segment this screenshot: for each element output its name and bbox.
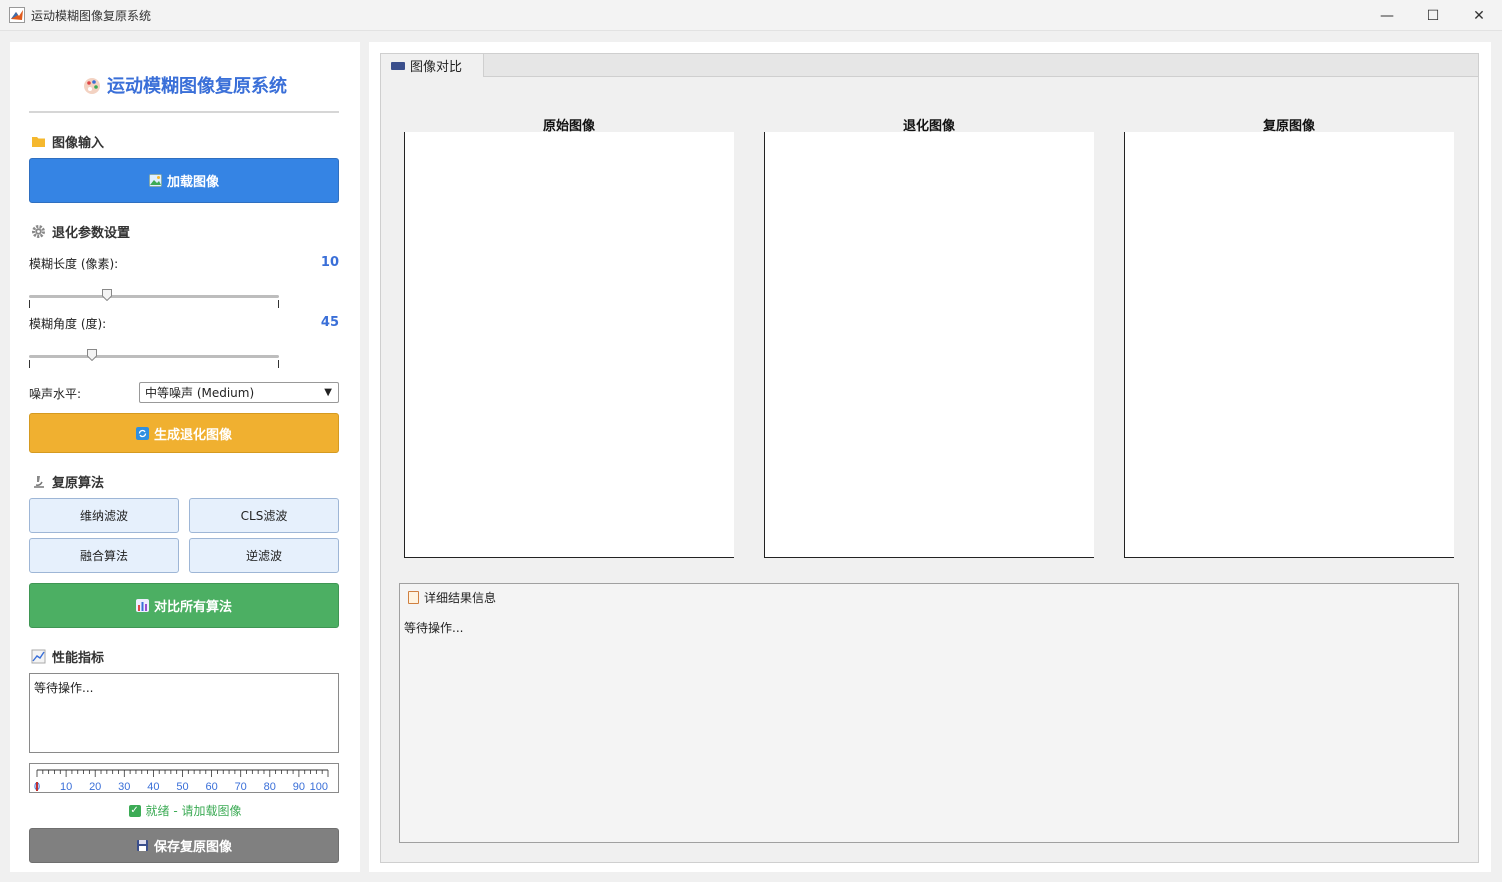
original-image-axes (404, 132, 734, 558)
gauge-label: 10 (60, 781, 72, 792)
slider-tick-min (29, 300, 30, 308)
blur-angle-label: 模糊角度 (度): (29, 317, 107, 331)
metrics-text: 等待操作... (34, 681, 94, 695)
results-title: 详细结果信息 (408, 589, 496, 606)
slider-track (29, 295, 279, 298)
metrics-textarea[interactable]: 等待操作... (29, 673, 339, 753)
metrics-gauge: 0102030405060708090100 (29, 763, 339, 793)
check-icon: ✓ (128, 804, 141, 817)
section-restoration-algorithms: 复原算法 (31, 472, 104, 491)
tab-image-comparison[interactable]: 图像对比 (380, 53, 484, 77)
heading-divider (29, 111, 339, 113)
app-heading: 运动模糊图像复原系统 (0, 72, 370, 98)
image-compare-icon (391, 61, 405, 70)
load-image-button[interactable]: 加载图像 (29, 158, 339, 203)
app-heading-text: 运动模糊图像复原系统 (107, 76, 287, 97)
image-icon (148, 174, 162, 187)
noise-level-selected: 中等噪声 (Medium) (145, 386, 255, 400)
gauge-label: 80 (264, 781, 276, 792)
gauge-label: 60 (205, 781, 217, 792)
window-title: 运动模糊图像复原系统 (31, 9, 152, 23)
noise-level-select[interactable]: 中等噪声 (Medium) ▼ (139, 382, 339, 403)
microscope-icon (34, 476, 44, 488)
status-text: 就绪 - 请加载图像 (145, 804, 242, 818)
noise-level-label: 噪声水平: (29, 387, 82, 401)
results-text: 等待操作... (404, 621, 464, 635)
section-image-input: 图像输入 (31, 132, 104, 151)
cls-filter-button[interactable]: CLS滤波 (189, 498, 339, 533)
gauge-label: 50 (176, 781, 188, 792)
fusion-algorithm-button[interactable]: 融合算法 (29, 538, 179, 573)
gear-icon (32, 225, 45, 238)
gauge-label: 40 (147, 781, 159, 792)
blur-angle-value: 45 (320, 315, 339, 330)
blur-angle-slider[interactable] (29, 346, 279, 368)
blur-length-value: 10 (320, 255, 339, 270)
refresh-icon (135, 426, 149, 440)
results-panel: 详细结果信息 等待操作... (399, 583, 1459, 843)
clipboard-icon (408, 591, 419, 604)
floppy-disk-icon (136, 840, 148, 851)
palette-icon (84, 78, 100, 94)
generate-degraded-button[interactable]: 生成退化图像 (29, 413, 339, 453)
slider-thumb[interactable] (101, 289, 112, 301)
section-degradation-params: 退化参数设置 (31, 222, 130, 241)
dropdown-arrow-icon: ▼ (324, 387, 332, 398)
blur-length-label: 模糊长度 (像素): (29, 257, 119, 271)
line-chart-icon (31, 649, 46, 664)
folder-icon (32, 137, 45, 147)
slider-tick-max (278, 300, 279, 308)
gauge-label: 20 (89, 781, 101, 792)
maximize-button[interactable]: ☐ (1410, 0, 1456, 31)
section-performance-metrics: 性能指标 (31, 647, 104, 666)
gauge-label: 100 (310, 781, 328, 792)
degraded-image-axes (764, 132, 1094, 558)
restored-image-axes (1124, 132, 1454, 558)
inverse-filter-button[interactable]: 逆滤波 (189, 538, 339, 573)
save-restored-button[interactable]: 保存复原图像 (29, 828, 339, 863)
title-bar: 运动模糊图像复原系统 — ☐ ✕ (0, 0, 1502, 31)
slider-track (29, 355, 279, 358)
gauge-label: 90 (293, 781, 305, 792)
matlab-app-icon (9, 7, 25, 23)
gauge-label: 70 (235, 781, 247, 792)
tab-strip (380, 53, 1479, 76)
slider-thumb[interactable] (86, 349, 97, 361)
close-button[interactable]: ✕ (1456, 0, 1502, 31)
status-bar: ✓ 就绪 - 请加载图像 (0, 802, 370, 819)
wiener-filter-button[interactable]: 维纳滤波 (29, 498, 179, 533)
gauge-scale: 0102030405060708090100 (34, 769, 329, 792)
gauge-label: 30 (118, 781, 130, 792)
bar-chart-icon (135, 599, 149, 612)
slider-tick-min (29, 360, 30, 368)
compare-all-button[interactable]: 对比所有算法 (29, 583, 339, 628)
blur-length-slider[interactable] (29, 286, 279, 308)
slider-tick-max (278, 360, 279, 368)
minimize-button[interactable]: — (1364, 0, 1410, 31)
